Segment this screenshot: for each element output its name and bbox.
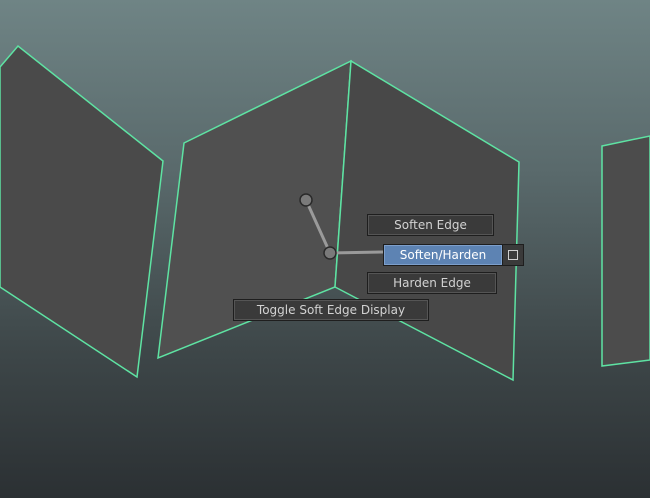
3d-viewport[interactable]: Soften Edge Soften/Harden Harden Edge To… [0, 0, 650, 498]
viewport-scene [0, 44, 650, 382]
mesh-face-left[interactable] [0, 44, 164, 379]
harden-edge-menu-item[interactable]: Harden Edge [367, 272, 497, 294]
option-box-icon [508, 250, 518, 260]
mesh-face-right[interactable] [601, 135, 650, 367]
toggle-soft-edge-display-menu-item[interactable]: Toggle Soft Edge Display [233, 299, 429, 321]
marking-menu-origin-icon [299, 193, 313, 207]
soften-edge-menu-item[interactable]: Soften Edge [367, 214, 494, 236]
soften-harden-option-box[interactable] [502, 244, 524, 266]
marking-menu-center-icon [323, 246, 337, 260]
soften-harden-menu-item[interactable]: Soften/Harden [383, 244, 503, 266]
marking-menu-stroke-to-item [329, 250, 385, 255]
